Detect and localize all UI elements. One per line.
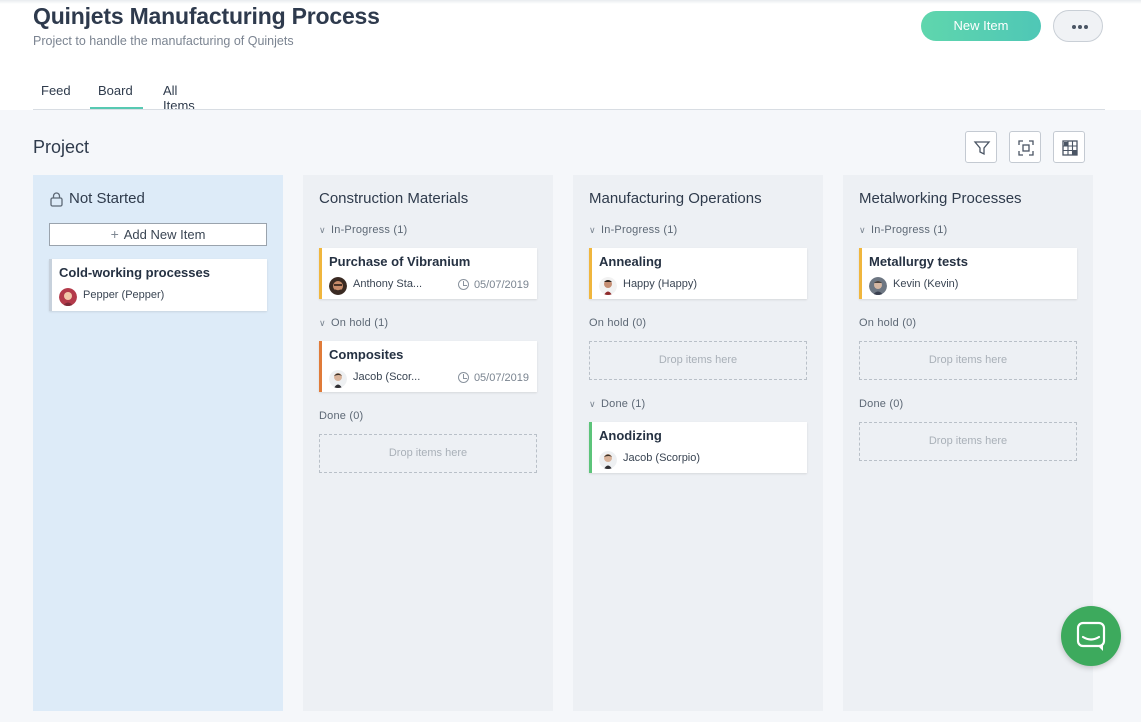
board-title: Project	[33, 137, 90, 157]
page-title: Quinjets Manufacturing Process	[33, 3, 380, 29]
due-date-text: 05/07/2019	[473, 279, 529, 291]
chevron-down-icon: ∨	[319, 318, 326, 328]
drop-zone[interactable]: Drop items here	[589, 341, 807, 380]
avatar	[329, 370, 347, 388]
group-on-hold[interactable]: ∨ On hold (1)	[319, 317, 388, 329]
avatar	[599, 277, 617, 295]
column-construction-materials: Construction Materials ∨ In-Progress (1) …	[303, 175, 553, 711]
card-title: Cold-working processes	[59, 265, 210, 280]
item-card[interactable]: Metallurgy tests Kevin (Kevin)	[859, 248, 1077, 299]
card-title: Metallurgy tests	[869, 254, 968, 269]
focus-button[interactable]	[1009, 131, 1041, 163]
column-title: Manufacturing Operations	[589, 190, 762, 207]
group-in-progress[interactable]: ∨ In-Progress (1)	[319, 224, 407, 236]
card-assignee: Anthony Sta...	[353, 278, 423, 290]
item-card[interactable]: Composites Jacob (Scor... 05/07/2019	[319, 341, 537, 392]
drop-zone[interactable]: Drop items here	[319, 434, 537, 473]
avatar	[869, 277, 887, 295]
group-label: Done	[859, 398, 887, 410]
chat-icon	[1076, 621, 1106, 651]
group-done[interactable]: ∨ Done (1)	[589, 398, 645, 410]
clock-icon	[457, 279, 469, 290]
chat-launcher-button[interactable]	[1061, 606, 1121, 666]
new-item-button[interactable]: New Item	[921, 11, 1041, 41]
group-label: Done	[319, 410, 347, 422]
group-in-progress[interactable]: ∨ In-Progress (1)	[589, 224, 677, 236]
item-card[interactable]: Purchase of Vibranium Anthony Sta... 05/…	[319, 248, 537, 299]
card-title: Composites	[329, 347, 404, 362]
group-done[interactable]: Done (0)	[319, 410, 363, 422]
card-title: Annealing	[599, 254, 662, 269]
add-new-item-button[interactable]: + Add New Item	[49, 223, 267, 246]
add-new-item-label: Add New Item	[123, 227, 206, 242]
focus-icon	[1018, 140, 1034, 156]
group-count: (1)	[631, 398, 646, 410]
card-assignee: Pepper (Pepper)	[83, 289, 165, 301]
drop-zone[interactable]: Drop items here	[859, 341, 1077, 380]
group-count: (1)	[933, 224, 948, 236]
group-in-progress[interactable]: ∨ In-Progress (1)	[859, 224, 947, 236]
group-label: On hold	[589, 317, 629, 329]
plus-icon: +	[110, 226, 119, 242]
column-title: Metalworking Processes	[859, 190, 1022, 207]
group-label: In-Progress	[331, 224, 391, 236]
tabs-divider	[33, 109, 1105, 110]
more-options-button[interactable]	[1053, 10, 1103, 42]
card-assignee: Jacob (Scor...	[353, 371, 421, 383]
avatar	[329, 277, 347, 295]
group-count: (0)	[349, 410, 364, 422]
group-on-hold[interactable]: On hold (0)	[589, 317, 646, 329]
column-not-started: Not Started + Add New Item Cold-working p…	[33, 175, 283, 711]
page-subtitle: Project to handle the manufacturing of Q…	[33, 34, 294, 48]
card-assignee: Happy (Happy)	[623, 278, 697, 290]
card-due-date: 05/07/2019	[457, 372, 529, 384]
group-label: In-Progress	[871, 224, 931, 236]
chevron-down-icon: ∨	[319, 225, 326, 235]
group-count: (1)	[374, 317, 389, 329]
filter-button[interactable]	[965, 131, 997, 163]
group-count: (0)	[632, 317, 647, 329]
chevron-down-icon: ∨	[589, 399, 596, 409]
group-label: On hold	[859, 317, 899, 329]
group-on-hold[interactable]: On hold (0)	[859, 317, 916, 329]
group-label: On hold	[331, 317, 371, 329]
drop-zone[interactable]: Drop items here	[859, 422, 1077, 461]
group-label: In-Progress	[601, 224, 661, 236]
due-date-text: 05/07/2019	[473, 372, 529, 384]
card-assignee: Kevin (Kevin)	[893, 278, 959, 290]
column-metalworking-processes: Metalworking Processes ∨ In-Progress (1) …	[843, 175, 1093, 711]
tab-feed[interactable]: Feed	[41, 83, 71, 98]
chevron-down-icon: ∨	[589, 225, 596, 235]
group-count: (1)	[393, 224, 408, 236]
clock-icon	[457, 372, 469, 383]
tab-board[interactable]: Board	[98, 83, 133, 98]
card-due-date: 05/07/2019	[457, 279, 529, 291]
filter-icon	[973, 141, 991, 156]
card-assignee: Jacob (Scorpio)	[623, 452, 701, 464]
item-card[interactable]: Annealing Happy (Happy)	[589, 248, 807, 299]
group-count: (1)	[663, 224, 678, 236]
group-count: (0)	[902, 317, 917, 329]
card-title: Purchase of Vibranium	[329, 254, 471, 269]
column-manufacturing-operations: Manufacturing Operations ∨ In-Progress (1…	[573, 175, 823, 711]
lock-icon	[50, 192, 63, 207]
column-title: Construction Materials	[319, 190, 469, 207]
column-title: Not Started	[69, 190, 145, 207]
avatar	[59, 288, 77, 306]
grid-icon	[1062, 140, 1078, 156]
item-card[interactable]: Cold-working processes Pepper (Pepper)	[49, 259, 267, 311]
group-done[interactable]: Done (0)	[859, 398, 903, 410]
grid-view-button[interactable]	[1053, 131, 1085, 163]
chevron-down-icon: ∨	[859, 225, 866, 235]
avatar	[599, 451, 617, 469]
group-label: Done	[601, 398, 629, 410]
group-count: (0)	[889, 398, 904, 410]
card-title: Anodizing	[599, 428, 662, 443]
item-card[interactable]: Anodizing Jacob (Scorpio)	[589, 422, 807, 473]
